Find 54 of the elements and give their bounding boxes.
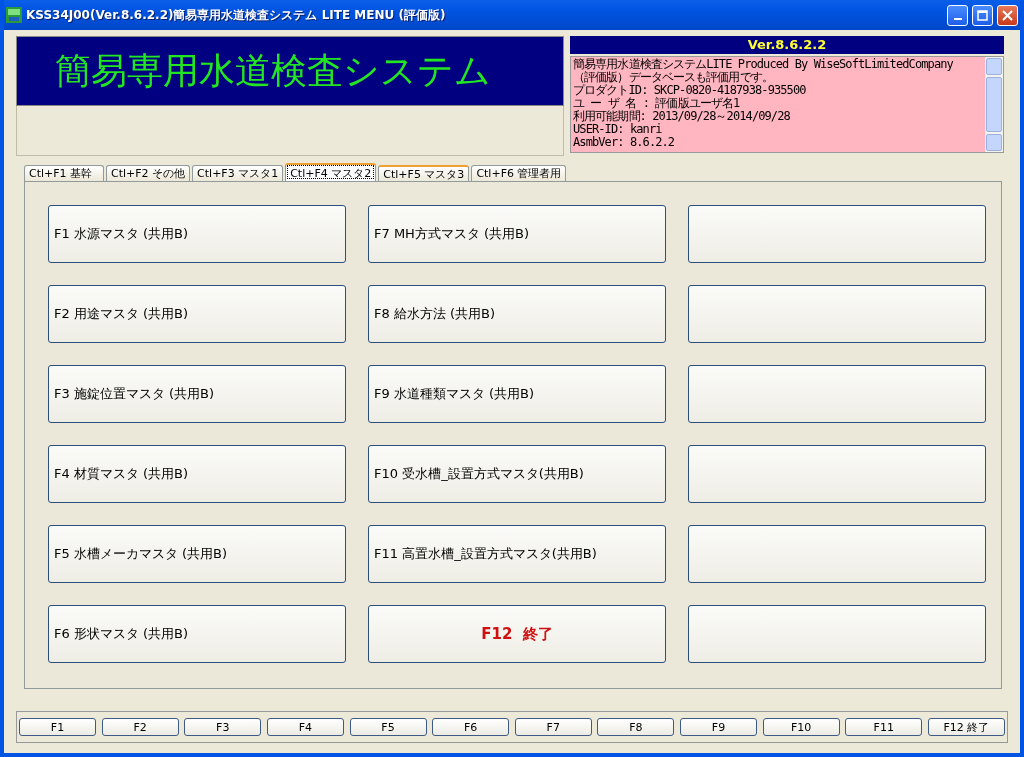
menu-button[interactable]: F6 形状マスタ (共用B) [48, 605, 346, 663]
blank-button[interactable] [688, 605, 986, 663]
info-line: USER-ID: kanri [573, 123, 663, 136]
app-icon [6, 7, 22, 23]
info-line: （評価版）データベースも評価用です。 [573, 71, 774, 84]
function-key-button[interactable]: F1 [19, 718, 96, 736]
menu-button[interactable]: F2 用途マスタ (共用B) [48, 285, 346, 343]
function-key-button[interactable]: F8 [597, 718, 675, 736]
tab[interactable]: Ctl+F4 マスタ2 [285, 163, 377, 181]
function-key-button[interactable]: F10 [762, 718, 840, 736]
exit-button[interactable]: F12 終了 [368, 605, 666, 663]
scrollbar[interactable] [985, 57, 1003, 152]
version-header: Ver.8.6.2.2 [570, 36, 1004, 54]
info-line: AsmbVer: 8.6.2.2 [573, 136, 676, 149]
tab[interactable]: Ctl+F1 基幹 [24, 165, 104, 181]
maximize-button[interactable] [972, 4, 993, 26]
function-key-button[interactable]: F3 [184, 718, 262, 736]
menu-button[interactable]: F8 給水方法 (共用B) [368, 285, 666, 343]
blank-button[interactable] [688, 445, 986, 503]
menu-button[interactable]: F9 水道種類マスタ (共用B) [368, 365, 666, 423]
tab[interactable]: Ctl+F5 マスタ3 [378, 165, 470, 181]
menu-button[interactable]: F4 材質マスタ (共用B) [48, 445, 346, 503]
function-key-button[interactable]: F9 [680, 718, 757, 736]
menu-button[interactable]: F7 MH方式マスタ (共用B) [368, 205, 666, 263]
minimize-button[interactable] [947, 4, 968, 26]
info-line: 利用可能期間: 2013/09/28～2014/09/28 [573, 110, 791, 123]
window-title: KSS34J00(Ver.8.6.2.2)簡易専用水道検査システム LITE MENU (評価版) [26, 6, 447, 24]
function-key-button[interactable]: F6 [432, 718, 510, 736]
tab[interactable]: Ctl+F6 管理者用 [471, 165, 567, 181]
info-line: ユ ー ザ 名 : 評価版ユーザ名1 [573, 97, 741, 110]
info-line: 簡易専用水道検査システムLITE Produced By WiseSoftLimitedCompany [573, 58, 954, 71]
blank-button[interactable] [688, 205, 986, 263]
menu-button[interactable]: F3 施錠位置マスタ (共用B) [48, 365, 346, 423]
close-icon [1002, 9, 1013, 21]
function-key-button[interactable]: F11 [845, 718, 923, 736]
function-key-button[interactable]: F4 [266, 718, 344, 736]
menu-button[interactable]: F1 水源マスタ (共用B) [48, 205, 346, 263]
menu-button[interactable]: F11 高置水槽_設置方式マスタ(共用B) [368, 525, 666, 583]
function-key-button[interactable]: F2 [101, 718, 179, 736]
minimize-icon [953, 18, 962, 20]
blank-button[interactable] [688, 525, 986, 583]
close-button[interactable] [997, 4, 1018, 26]
maximize-icon [977, 9, 988, 21]
menu-button[interactable]: F5 水槽メーカマスタ (共用B) [48, 525, 346, 583]
menu-button[interactable]: F10 受水槽_設置方式マスタ(共用B) [368, 445, 666, 503]
blank-button[interactable] [688, 285, 986, 343]
tab[interactable]: Ctl+F2 その他 [106, 165, 191, 181]
system-banner: 簡易専用水道検査システム [16, 36, 564, 106]
function-key-button[interactable]: F5 [349, 718, 427, 736]
tab[interactable]: Ctl+F3 マスタ1 [192, 165, 284, 181]
function-key-button[interactable]: F12 終了 [927, 718, 1005, 736]
info-line: プロダクトID: SKCP-0820-4187938-935500 [573, 84, 807, 97]
function-key-button[interactable]: F7 [514, 718, 592, 736]
blank-button[interactable] [688, 365, 986, 423]
